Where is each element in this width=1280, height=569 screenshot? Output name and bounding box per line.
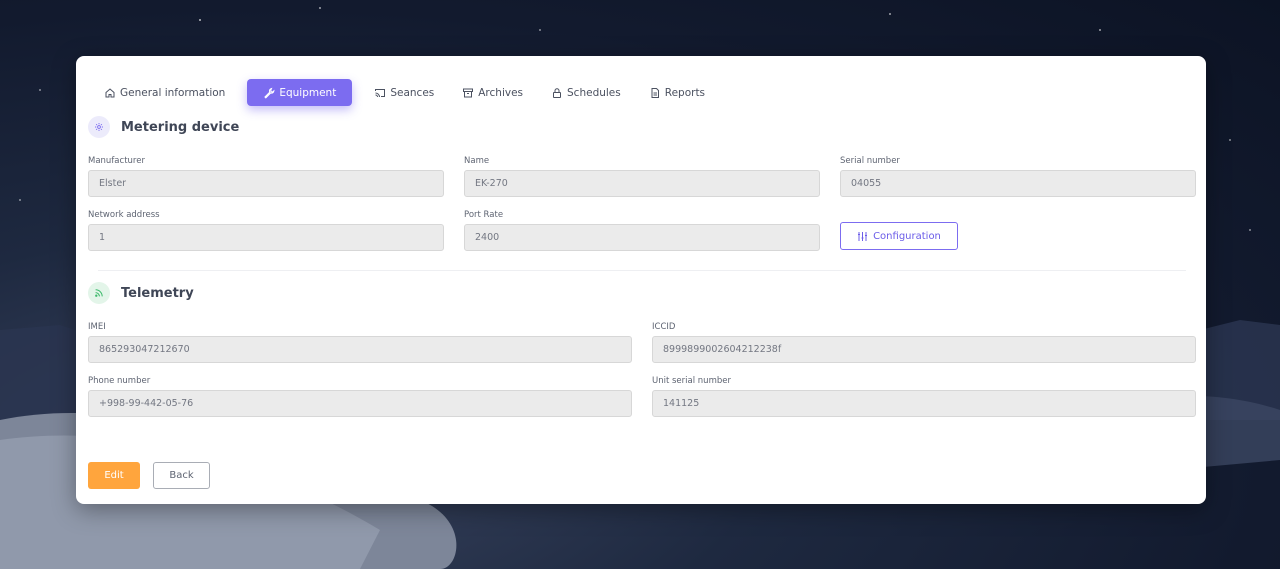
iccid-field: ICCID bbox=[652, 322, 1196, 363]
tab-schedules[interactable]: Schedules bbox=[545, 79, 627, 106]
field-label: Manufacturer bbox=[88, 156, 145, 166]
tab-seances[interactable]: Seances bbox=[368, 79, 440, 106]
phone-number-field: Phone number bbox=[88, 376, 632, 417]
tab-label: Seances bbox=[390, 86, 435, 99]
name-input[interactable] bbox=[464, 170, 820, 197]
field-label: ICCID bbox=[652, 322, 676, 332]
device-card: General information Equipment Seances Ar… bbox=[76, 56, 1206, 504]
document-icon bbox=[649, 87, 661, 99]
tab-equipment[interactable]: Equipment bbox=[247, 79, 353, 106]
configuration-button[interactable]: Configuration bbox=[840, 222, 958, 250]
archive-icon bbox=[462, 87, 474, 99]
field-label: Phone number bbox=[88, 376, 151, 386]
imei-field: IMEI bbox=[88, 322, 632, 363]
field-label: Network address bbox=[88, 210, 160, 220]
unit-serial-number-field: Unit serial number bbox=[652, 376, 1196, 417]
field-label: Unit serial number bbox=[652, 376, 731, 386]
port-rate-input[interactable] bbox=[464, 224, 820, 251]
network-address-input[interactable] bbox=[88, 224, 444, 251]
tab-label: Equipment bbox=[279, 86, 337, 99]
edit-button[interactable]: Edit bbox=[88, 462, 140, 489]
sliders-icon bbox=[857, 231, 868, 242]
gear-icon bbox=[88, 116, 110, 138]
imei-input[interactable] bbox=[88, 336, 632, 363]
section-title: Telemetry bbox=[121, 285, 194, 301]
tab-bar: General information Equipment Seances Ar… bbox=[98, 79, 727, 106]
tab-reports[interactable]: Reports bbox=[643, 79, 711, 106]
network-address-field: Network address bbox=[88, 210, 444, 251]
cast-icon bbox=[374, 87, 386, 99]
section-title: Metering device bbox=[121, 119, 240, 135]
home-icon bbox=[104, 87, 116, 99]
field-label: Port Rate bbox=[464, 210, 504, 220]
phone-number-input[interactable] bbox=[88, 390, 632, 417]
tab-label: Archives bbox=[478, 86, 524, 99]
serial-number-input[interactable] bbox=[840, 170, 1196, 197]
tab-label: General information bbox=[120, 86, 226, 99]
tab-label: Schedules bbox=[567, 86, 621, 99]
name-field: Name bbox=[464, 156, 820, 197]
field-label: Name bbox=[464, 156, 490, 166]
unit-serial-number-input[interactable] bbox=[652, 390, 1196, 417]
metering-device-heading: Metering device bbox=[88, 116, 239, 138]
iccid-input[interactable] bbox=[652, 336, 1196, 363]
section-divider bbox=[98, 270, 1186, 271]
tab-label: Reports bbox=[664, 86, 706, 99]
telemetry-heading: Telemetry bbox=[88, 282, 194, 304]
configuration-label: Configuration bbox=[873, 230, 941, 242]
field-label: Serial number bbox=[840, 156, 900, 166]
rss-icon bbox=[88, 282, 110, 304]
port-rate-field: Port Rate bbox=[464, 210, 820, 251]
wrench-icon bbox=[263, 87, 275, 99]
tab-general-information[interactable]: General information bbox=[98, 79, 231, 106]
lock-icon bbox=[551, 87, 563, 99]
back-button[interactable]: Back bbox=[153, 462, 210, 489]
manufacturer-input[interactable] bbox=[88, 170, 444, 197]
tab-archives[interactable]: Archives bbox=[456, 79, 529, 106]
serial-number-field: Serial number bbox=[840, 156, 1196, 197]
manufacturer-field: Manufacturer bbox=[88, 156, 444, 197]
field-label: IMEI bbox=[88, 322, 106, 332]
